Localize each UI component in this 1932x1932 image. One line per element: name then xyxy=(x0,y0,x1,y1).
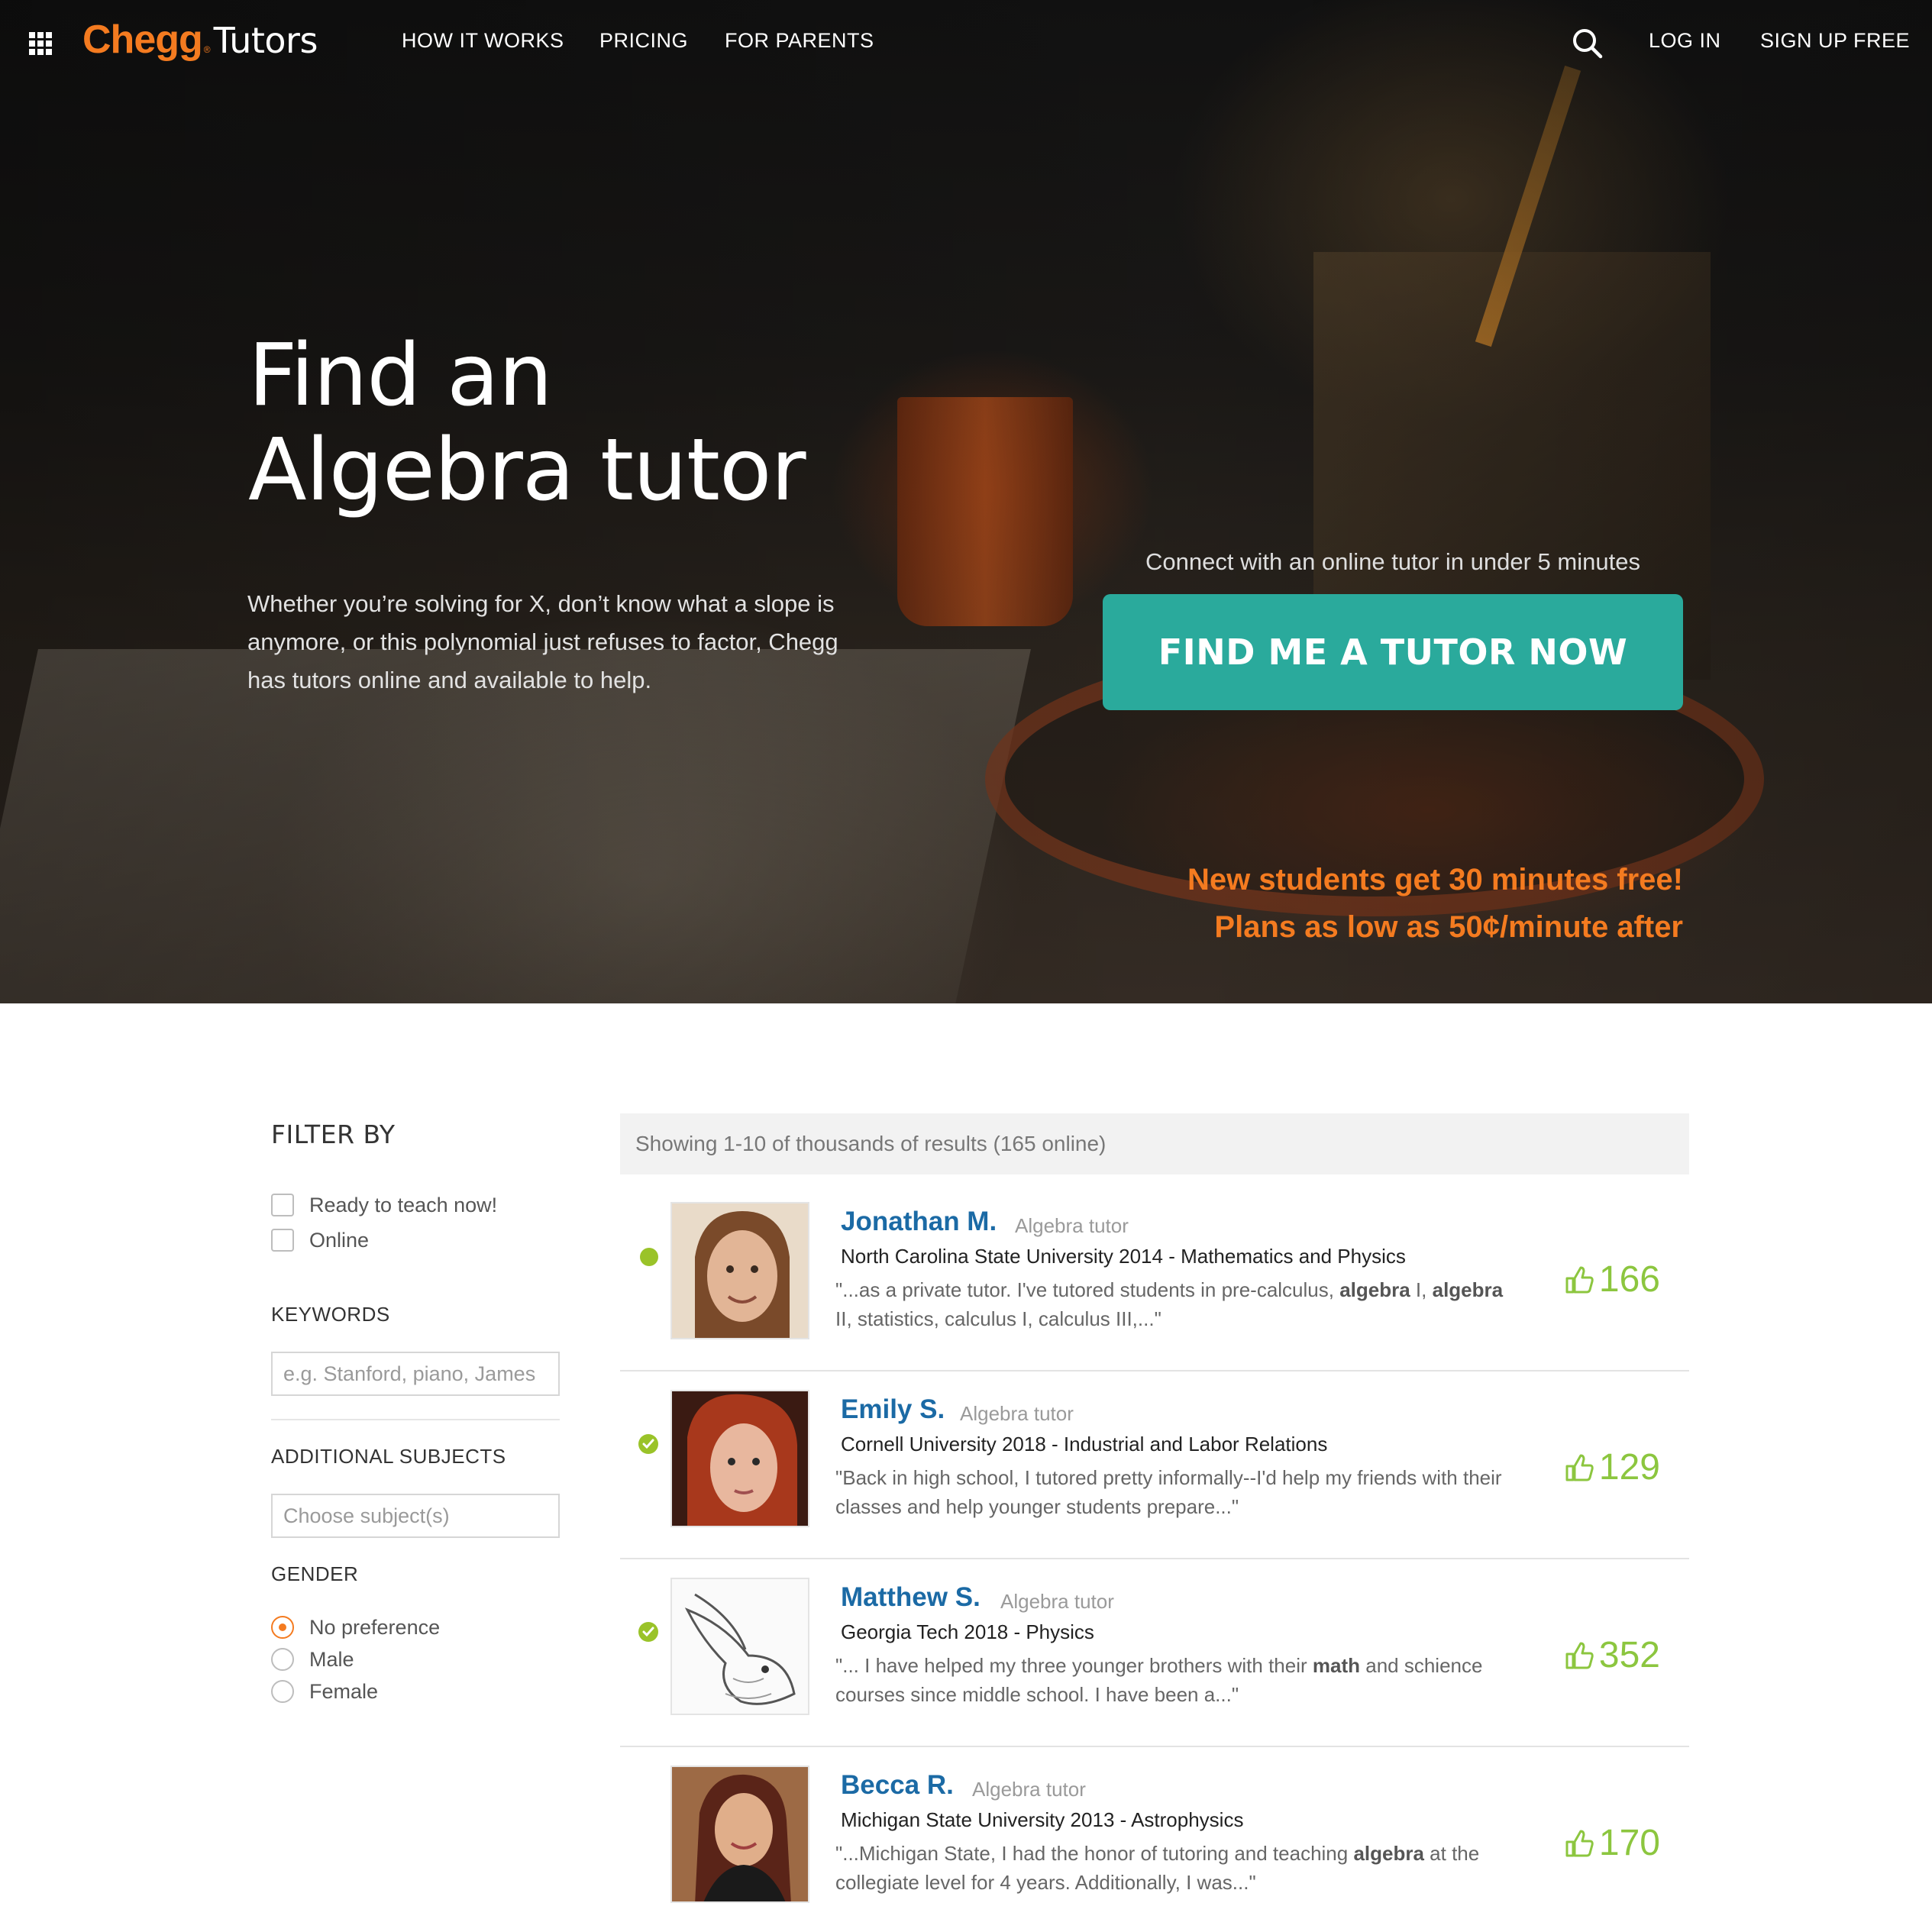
tutor-school: Cornell University 2018 - Industrial and… xyxy=(841,1433,1328,1455)
likes-number: 352 xyxy=(1598,1635,1660,1675)
checkmark-icon xyxy=(638,1622,658,1642)
no-preference-radio[interactable] xyxy=(271,1616,294,1639)
additional-subjects-label: ADDITIONAL SUBJECTS xyxy=(271,1445,506,1468)
chegg-tutors-logo[interactable]: Chegg ® Tutors xyxy=(82,17,318,70)
tutor-role: Algebra tutor xyxy=(960,1402,1074,1425)
female-radio[interactable] xyxy=(271,1680,294,1703)
online-status-dot xyxy=(640,1248,658,1266)
tutor-quote: "...as a private tutor. I've tutored stu… xyxy=(835,1278,1504,1330)
logo-brand: Chegg xyxy=(82,18,203,62)
avatar[interactable] xyxy=(670,1390,809,1527)
app-grid-icon[interactable] xyxy=(29,32,52,55)
male-label: Male xyxy=(309,1647,354,1671)
tutor-name[interactable]: Emily S. xyxy=(841,1394,945,1425)
tutor-quote: "...Michigan State, I had the honor of t… xyxy=(835,1842,1480,1894)
male-radio[interactable] xyxy=(271,1648,294,1671)
checkmark-icon xyxy=(638,1434,658,1454)
hero-banner: Chegg ® Tutors HOW IT WORKS PRICING FOR … xyxy=(0,0,1932,1003)
gender-label: GENDER xyxy=(271,1562,359,1585)
gender-no-preference[interactable]: No preference xyxy=(271,1614,440,1640)
find-tutor-button[interactable]: FIND ME A TUTOR NOW xyxy=(1103,594,1683,710)
filter-online[interactable]: Online xyxy=(271,1227,369,1253)
tutor-role: Algebra tutor xyxy=(972,1778,1086,1801)
female-label: Female xyxy=(309,1679,379,1703)
tutor-quote: "Back in high school, I tutored pretty i… xyxy=(835,1466,1502,1518)
login-link[interactable]: LOG IN xyxy=(1649,29,1721,53)
tutor-name[interactable]: Matthew S. xyxy=(841,1582,981,1613)
nav-how-it-works[interactable]: HOW IT WORKS xyxy=(402,29,564,53)
hero-description: Whether you’re solving for X, don’t know… xyxy=(247,590,838,693)
cta-caption: Connect with an online tutor in under 5 … xyxy=(1145,548,1640,575)
tutor-name[interactable]: Becca R. xyxy=(841,1770,954,1801)
promo-line2: Plans as low as 50¢/minute after xyxy=(1214,910,1683,944)
tutor-role: Algebra tutor xyxy=(1015,1214,1129,1237)
search-icon[interactable] xyxy=(1572,27,1604,60)
nav-for-parents[interactable]: FOR PARENTS xyxy=(725,29,874,53)
likes-number: 129 xyxy=(1598,1447,1660,1488)
tutor-school: Michigan State University 2013 - Astroph… xyxy=(841,1808,1244,1831)
logo-product: Tutors xyxy=(213,20,318,61)
top-nav: Chegg ® Tutors HOW IT WORKS PRICING FOR … xyxy=(0,0,1932,86)
likes-count[interactable]: 129 xyxy=(1564,1446,1660,1488)
keywords-input[interactable] xyxy=(271,1352,560,1396)
filter-divider xyxy=(271,1419,560,1420)
tutor-role: Algebra tutor xyxy=(1000,1590,1114,1613)
likes-count[interactable]: 166 xyxy=(1564,1258,1660,1300)
tutor-quote: "... I have helped my three younger brot… xyxy=(835,1654,1483,1706)
filter-title: FILTER BY xyxy=(271,1119,396,1149)
tutor-school: Georgia Tech 2018 - Physics xyxy=(841,1620,1094,1643)
subjects-input[interactable] xyxy=(271,1494,560,1538)
tutor-card[interactable]: Emily S. Algebra tutor Cornell Universit… xyxy=(620,1371,1689,1559)
promo-line1: New students get 30 minutes free! xyxy=(1187,863,1683,897)
gender-female[interactable]: Female xyxy=(271,1678,378,1704)
tutor-card[interactable]: Matthew S. Algebra tutor Georgia Tech 20… xyxy=(620,1559,1689,1747)
likes-count[interactable]: 170 xyxy=(1564,1822,1660,1864)
ready-now-checkbox[interactable] xyxy=(271,1194,294,1216)
thumbs-up-icon xyxy=(1565,1830,1594,1856)
thumbs-up-icon xyxy=(1565,1266,1594,1293)
logo-registered: ® xyxy=(203,44,211,55)
online-label: Online xyxy=(309,1228,370,1252)
tutor-card[interactable]: Becca R. Algebra tutor Michigan State Un… xyxy=(620,1747,1689,1932)
ready-now-label: Ready to teach now! xyxy=(309,1193,498,1216)
likes-number: 170 xyxy=(1598,1823,1660,1863)
tutor-card[interactable]: Jonathan M. Algebra tutor North Carolina… xyxy=(620,1184,1689,1371)
hero-title-line1: Find an xyxy=(248,326,553,425)
likes-number: 166 xyxy=(1598,1259,1660,1300)
signup-link[interactable]: SIGN UP FREE xyxy=(1760,29,1910,53)
gender-male[interactable]: Male xyxy=(271,1646,354,1672)
results-summary: Showing 1-10 of thousands of results (16… xyxy=(620,1113,1689,1174)
keywords-label: KEYWORDS xyxy=(271,1303,390,1326)
hero-title-line2: Algebra tutor xyxy=(248,421,806,520)
tutor-school: North Carolina State University 2014 - M… xyxy=(841,1245,1406,1268)
hero-title: Find an Algebra tutor xyxy=(248,328,935,518)
online-checkbox[interactable] xyxy=(271,1229,294,1252)
avatar[interactable] xyxy=(670,1766,809,1903)
avatar[interactable] xyxy=(670,1202,809,1339)
thumbs-up-icon xyxy=(1565,1642,1594,1669)
likes-count[interactable]: 352 xyxy=(1564,1634,1660,1676)
no-preference-label: No preference xyxy=(309,1615,441,1639)
thumbs-up-icon xyxy=(1565,1454,1594,1481)
nav-pricing[interactable]: PRICING xyxy=(599,29,688,53)
avatar[interactable] xyxy=(670,1578,809,1715)
filter-ready-now[interactable]: Ready to teach now! xyxy=(271,1192,497,1218)
tutor-name[interactable]: Jonathan M. xyxy=(841,1207,997,1237)
